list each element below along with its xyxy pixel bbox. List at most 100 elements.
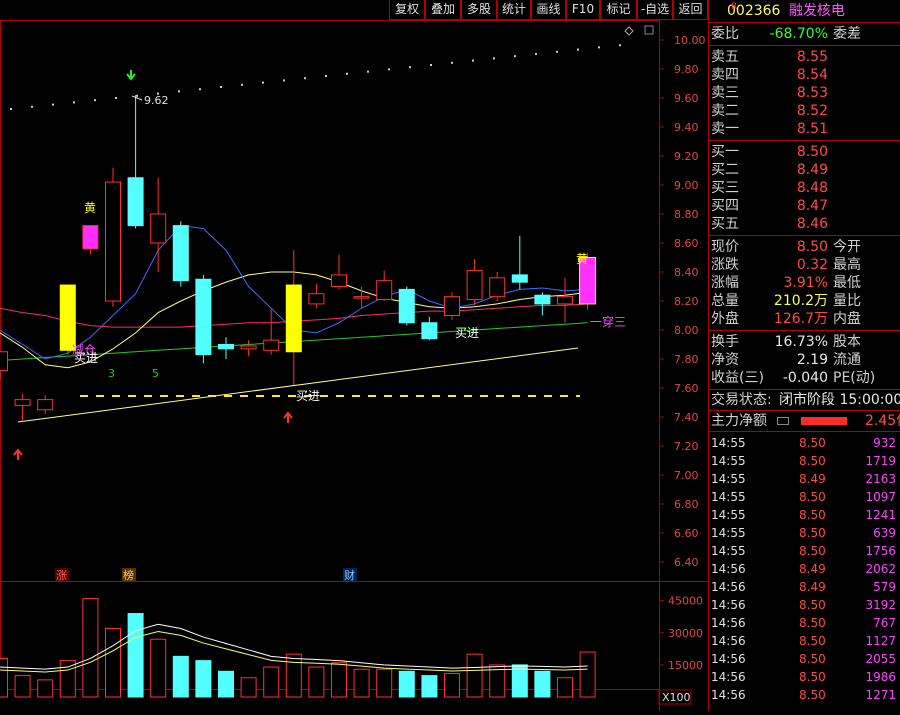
guide-dot <box>367 70 369 73</box>
volume-bar <box>127 613 144 698</box>
price-tick-label: 6.60 <box>674 527 699 540</box>
tick-row: 14:56 8.50 767 <box>709 614 900 632</box>
quote-item-value: 126.7万 <box>773 311 828 327</box>
toolbar-button-0[interactable]: 复权 <box>389 0 425 20</box>
stat-item-label: 收益(三) <box>711 370 764 386</box>
ask-level-value: 8.53 <box>796 85 828 101</box>
toolbar-button-8[interactable]: 返回 <box>673 0 708 20</box>
toolbar-button-3[interactable]: 统计 <box>497 0 531 20</box>
guide-dot <box>31 105 33 108</box>
tick-volume: 2055 <box>865 652 896 666</box>
main-flow[interactable]: 主力净额 2.45亿 <box>709 411 900 432</box>
weibi-label: 委比 <box>711 26 739 42</box>
volume-bar <box>308 666 325 698</box>
tick-time: 14:55 <box>711 472 746 486</box>
volume-bar <box>0 657 8 698</box>
toolbar-button-7[interactable]: -自选 <box>637 0 673 20</box>
ask-level-row: 卖五 8.55 <box>709 48 900 66</box>
tick-list[interactable]: 14:55 8.50 932 14:55 8.50 1719 14:55 8.49 2163 14… <box>709 432 900 704</box>
volume-bar <box>398 670 415 698</box>
tick-price: 8.50 <box>799 598 826 612</box>
volume-bar <box>195 660 212 698</box>
tick-time: 14:56 <box>711 616 746 630</box>
toolbar-button-4[interactable]: 画线 <box>531 0 566 20</box>
guide-dot <box>241 83 243 86</box>
annotation-yichuansan: 一穿三 <box>590 314 626 329</box>
guide-dot <box>577 48 579 51</box>
candle-body <box>0 351 8 372</box>
candle-body <box>376 280 393 301</box>
quote-item-value: 210.2万 <box>773 293 828 309</box>
kline-svg[interactable]: X100 10.00 9.80 9.60 9.40 9.20 9.00 8.80 8.60 8.4… <box>0 0 708 711</box>
toolbar-button-2[interactable]: 多股 <box>461 0 497 20</box>
tick-row: 14:55 8.50 1719 <box>709 452 900 470</box>
ask-level-row: 卖三 8.53 <box>709 84 900 102</box>
bid-level-value: 8.48 <box>796 180 828 196</box>
price-tick-label: 8.80 <box>674 208 699 221</box>
tick-row: 14:55 8.50 639 <box>709 524 900 542</box>
tick-volume: 2163 <box>865 472 896 486</box>
status-label: 交易状态: <box>711 392 772 408</box>
tick-row: 14:56 8.50 1271 <box>709 686 900 704</box>
tick-row: 14:56 8.49 2062 <box>709 560 900 578</box>
tick-price: 8.49 <box>799 562 826 576</box>
guide-dot <box>220 86 222 88</box>
quote-item-row: 总量 210.2万 量比 <box>709 292 900 310</box>
weicha-label: 委差 <box>833 26 861 42</box>
bid-level-value: 8.47 <box>796 198 828 214</box>
candle-body <box>240 345 257 350</box>
volume-bar <box>218 670 234 698</box>
volume-bar <box>263 666 280 698</box>
quote-item-value: 8.50 <box>796 239 828 255</box>
toolbar-button-6[interactable]: 标记 <box>600 0 637 20</box>
stat-item-label2: 流通 <box>833 352 861 368</box>
bid-book: 买一 8.50 买二 8.49 买三 8.48 买四 8.47 买五 8.46 <box>709 141 900 236</box>
tick-row: 14:55 8.49 2163 <box>709 470 900 488</box>
ask-level-value: 8.55 <box>796 49 828 65</box>
event-label-bang: 榜 <box>123 568 134 582</box>
toolbar-button-5[interactable]: F10 <box>566 0 600 20</box>
tick-price: 8.50 <box>799 544 826 558</box>
stat-item-row: 换手 16.73% 股本 <box>709 333 900 351</box>
bid-level-label: 买五 <box>711 216 739 232</box>
up-arrow-icon-2 <box>283 411 293 423</box>
volume-tick-label: 15000 <box>668 659 703 672</box>
candle-body <box>511 274 528 283</box>
quote-item-label: 外盘 <box>711 311 739 327</box>
tick-time: 14:55 <box>711 544 746 558</box>
ask-level-row: 卖二 8.52 <box>709 102 900 120</box>
ask-level-value: 8.54 <box>796 67 828 83</box>
ask-level-label: 卖二 <box>711 103 739 119</box>
tick-volume: 2062 <box>865 562 896 576</box>
quote-item-row: 涨跌 0.32 最高 <box>709 256 900 274</box>
candle-body <box>489 277 506 298</box>
stock-name[interactable]: 融发核电 <box>789 3 845 19</box>
quote-item-row: 涨幅 3.91% 最低 <box>709 274 900 292</box>
guide-dot <box>115 97 117 99</box>
volume-tick-label: 45000 <box>668 595 703 608</box>
tick-volume: 932 <box>873 436 896 450</box>
quote-item-value: 3.91% <box>783 275 828 291</box>
bid-level-label: 买一 <box>711 144 739 160</box>
guide-dot <box>262 81 264 84</box>
price-tick-label: 7.20 <box>674 440 699 453</box>
kline-chart[interactable]: X100 10.00 9.80 9.60 9.40 9.20 9.00 8.80 8.60 8.4… <box>0 0 708 711</box>
tick-row: 14:55 8.50 1756 <box>709 542 900 560</box>
tick-row: 14:55 8.50 1097 <box>709 488 900 506</box>
tick-row: 14:55 8.50 932 <box>709 434 900 452</box>
guide-dot <box>388 68 390 71</box>
ask-level-label: 卖四 <box>711 67 739 83</box>
menu-icon[interactable] <box>777 417 789 425</box>
tick-price: 8.50 <box>799 670 826 684</box>
ask-level-label: 卖三 <box>711 85 739 101</box>
volume-tick-label: 30000 <box>668 627 703 640</box>
tick-price: 8.49 <box>799 580 826 594</box>
tick-volume: 1756 <box>865 544 896 558</box>
guide-dot <box>304 77 306 80</box>
annotation-buy-1: 买进 <box>74 351 98 365</box>
toolbar-button-1[interactable]: 叠加 <box>425 0 461 20</box>
candle-body <box>195 278 212 356</box>
tick-time: 14:56 <box>711 634 746 648</box>
candle-body <box>127 177 144 227</box>
bid-level-row: 买一 8.50 <box>709 143 900 161</box>
